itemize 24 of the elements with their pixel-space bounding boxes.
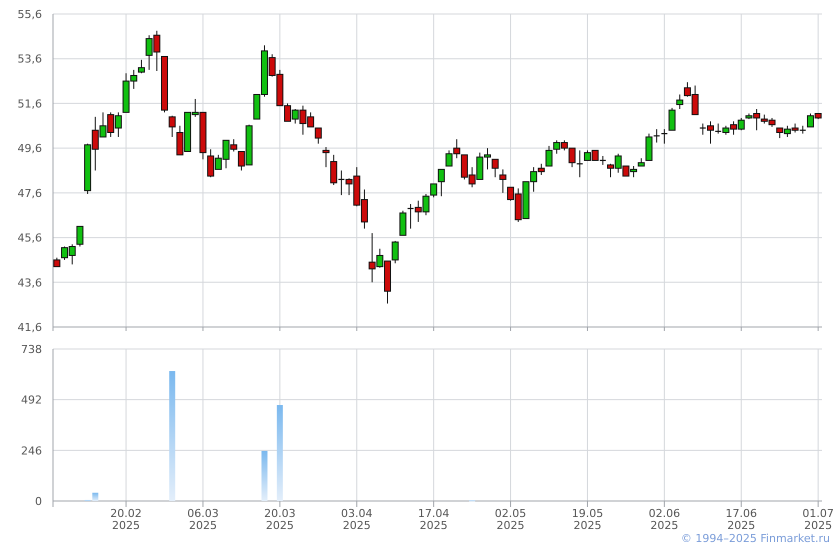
axis-label: 03.04 2025 <box>341 507 372 532</box>
axis-label: 55,6 <box>18 8 42 21</box>
axis-label: 246 <box>21 444 42 458</box>
axis-label: 17.04 2025 <box>418 507 450 532</box>
axis-label: 49,6 <box>18 142 42 156</box>
axis-label: 01.07 2025 <box>802 507 834 532</box>
axis-label: 02.06 2025 <box>648 507 680 532</box>
axis-label: 492 <box>21 394 42 407</box>
axis-label: 0 <box>35 495 42 508</box>
axis-label: 51,6 <box>18 97 42 110</box>
axis-label: 41,6 <box>18 321 42 334</box>
axis-label: 43,6 <box>18 276 42 290</box>
axis-label: 06.03 2025 <box>187 507 219 532</box>
volume-bar <box>261 450 268 501</box>
axis-label: 20.02 2025 <box>110 507 142 532</box>
copyright-text: © 1994–2025 Finmarket.ru <box>680 532 830 546</box>
axis-label: 19.05 2025 <box>572 507 604 532</box>
axis-label: 53,6 <box>18 52 42 66</box>
axis-label: 47,6 <box>18 186 42 200</box>
axis-label: 02.05 2025 <box>494 507 526 532</box>
axis-label: 738 <box>21 343 42 356</box>
axis-label: 17.06 2025 <box>726 507 757 532</box>
axis-label: 45,6 <box>18 232 42 245</box>
axis-label: 20.03 2025 <box>264 507 296 532</box>
